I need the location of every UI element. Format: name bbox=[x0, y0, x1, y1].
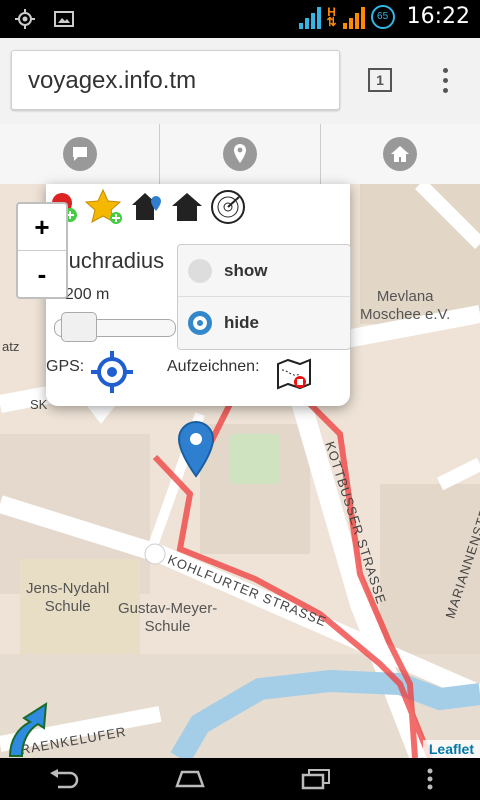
status-bar: H ⇅ 65 16:22 bbox=[0, 0, 480, 38]
radio-hide-circle bbox=[188, 311, 212, 335]
back-icon[interactable] bbox=[46, 769, 80, 789]
zoom-controls: + - bbox=[16, 202, 68, 299]
url-text: voyagex.info.tm bbox=[28, 67, 197, 94]
home-nav-button[interactable] bbox=[321, 124, 480, 184]
network-type-icon: H ⇅ bbox=[326, 4, 337, 29]
record-label: Aufzeichnen: bbox=[167, 358, 260, 375]
home-icon bbox=[383, 137, 418, 171]
system-nav-bar bbox=[0, 758, 480, 800]
map-label-school-1: Jens-Nydahl Schule bbox=[26, 580, 110, 615]
radar-icon[interactable] bbox=[210, 189, 246, 225]
heading-arrow-icon[interactable] bbox=[4, 700, 50, 758]
tab-switcher-button[interactable]: 1 bbox=[368, 68, 392, 92]
map-label-partial: atz bbox=[2, 339, 20, 354]
visibility-radio-group: show hide bbox=[177, 244, 351, 350]
location-marker-icon[interactable] bbox=[176, 420, 216, 478]
map-label-mosque: Mevlana Moschee e.V. bbox=[360, 288, 451, 323]
radio-hide[interactable]: hide bbox=[178, 297, 350, 349]
add-favorite-star-icon[interactable] bbox=[84, 188, 124, 226]
chat-nav-button[interactable] bbox=[0, 124, 161, 184]
gps-status-icon bbox=[15, 9, 35, 29]
url-bar[interactable]: voyagex.info.tm bbox=[11, 50, 340, 110]
signal-icon-2 bbox=[342, 5, 365, 29]
zoom-in-button[interactable]: + bbox=[18, 204, 66, 251]
signal-icon bbox=[298, 5, 321, 29]
location-pin-icon bbox=[222, 137, 257, 171]
chat-icon bbox=[62, 137, 97, 171]
record-track-icon[interactable] bbox=[276, 358, 312, 390]
map-label-school-2: Gustav-Meyer- Schule bbox=[118, 600, 218, 635]
clock: 16:22 bbox=[406, 4, 470, 29]
home-button-icon[interactable] bbox=[173, 769, 207, 789]
radius-slider-handle[interactable] bbox=[61, 312, 97, 342]
zoom-out-button[interactable]: - bbox=[18, 251, 66, 297]
overflow-menu-icon[interactable] bbox=[440, 68, 450, 93]
radio-hide-label: hide bbox=[224, 313, 259, 332]
gps-label: GPS: bbox=[46, 358, 85, 375]
overflow-icon[interactable] bbox=[426, 767, 434, 791]
home-marker-icon[interactable] bbox=[130, 190, 164, 224]
radio-show-circle bbox=[188, 258, 212, 283]
radio-show[interactable]: show bbox=[178, 245, 350, 297]
battery-icon: 65 bbox=[370, 4, 395, 29]
recent-apps-icon[interactable] bbox=[299, 768, 333, 790]
search-radius-label: Suchradius bbox=[54, 248, 165, 273]
radio-show-label: show bbox=[224, 260, 268, 280]
gps-locate-icon[interactable] bbox=[90, 350, 134, 394]
leaflet-attribution-link[interactable]: Leaflet bbox=[422, 740, 480, 758]
home-icon[interactable] bbox=[170, 190, 204, 224]
popup-toolbar bbox=[50, 188, 246, 226]
map-popup: Suchradius 1200 m show hide GPS: Aufzeic… bbox=[46, 184, 351, 406]
browser-toolbar: voyagex.info.tm 1 bbox=[0, 38, 480, 125]
location-nav-button[interactable] bbox=[160, 124, 321, 184]
app-nav-bar bbox=[0, 124, 480, 185]
map-label-street-partial: SK bbox=[30, 397, 48, 412]
image-notification-icon bbox=[54, 11, 74, 27]
